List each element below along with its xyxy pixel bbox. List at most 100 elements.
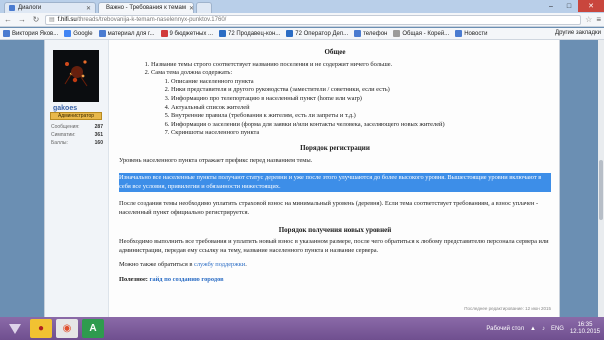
- rank-badge: Администратор: [50, 112, 102, 120]
- stat-row: Симпатии: 361: [51, 132, 103, 140]
- url-input[interactable]: ▤ f.hifi.su/threads/trebovanija-k-temam-…: [45, 14, 582, 25]
- tab-label: Важно - Требования к темам: [106, 5, 186, 11]
- bookmark-favicon-icon: [455, 30, 463, 37]
- tab-label: Диалоги: [18, 5, 42, 11]
- url-host: f.hifi.su: [57, 16, 77, 23]
- close-icon[interactable]: ✕: [86, 5, 91, 12]
- list-item-label: Сама тема должна содержать:: [151, 69, 233, 77]
- list-item: Ники представителя и другого руководства…: [171, 86, 551, 95]
- back-arrow-icon[interactable]: ←: [3, 15, 13, 25]
- bookmark-favicon-icon: [160, 30, 168, 37]
- last-edited: Последнее редактирование: 12 июн 2015: [464, 306, 551, 312]
- scrollbar[interactable]: [598, 40, 604, 317]
- clock[interactable]: 16:35 12.10.2015: [570, 322, 600, 336]
- support-suffix: .: [245, 261, 247, 269]
- windows-logo-icon: [9, 323, 21, 334]
- section-title-levels: Порядок получения новых уровней: [278, 225, 392, 234]
- list-item: Информацию про телепортацию в населенный…: [171, 95, 551, 104]
- username[interactable]: gakoes: [53, 105, 77, 112]
- start-button[interactable]: [4, 319, 26, 338]
- list-item: Актуальный список жителей: [171, 104, 551, 113]
- bookmark-label: телефон: [363, 30, 388, 37]
- yandex-icon[interactable]: ◉: [56, 319, 78, 338]
- window-controls: – □ ✕: [542, 0, 604, 12]
- bookmark-label: 9 бюджетных ...: [169, 30, 214, 37]
- menu-icon[interactable]: ≡: [596, 15, 601, 24]
- tab-new[interactable]: [196, 2, 212, 13]
- general-list: Название темы строго соответствует назва…: [147, 61, 551, 138]
- bookmark-favicon-icon: [64, 30, 72, 37]
- page-viewport: gakoes Администратор Сообщения: 287 Симпат…: [0, 40, 604, 317]
- address-bar: ← → ↻ ▤ f.hifi.su/threads/trebovanija-k-…: [0, 13, 604, 27]
- bookmark-star-icon[interactable]: ☆: [585, 15, 592, 24]
- desktop-label[interactable]: Рабочий стол: [486, 326, 524, 332]
- tab-requirements[interactable]: Важно - Требования к темам ✕: [98, 2, 194, 13]
- close-icon[interactable]: ✕: [189, 5, 193, 12]
- support-link[interactable]: службу поддержки: [194, 261, 245, 268]
- scrollbar-thumb[interactable]: [599, 160, 603, 220]
- volume-icon[interactable]: ♪: [542, 326, 545, 332]
- paragraph: После создания темы необходимо уплатить …: [119, 200, 539, 216]
- bookmark-item[interactable]: Общая - Корей...: [393, 30, 449, 37]
- bookmark-favicon-icon: [98, 30, 106, 37]
- bookmark-item[interactable]: 9 бюджетных ...: [160, 30, 214, 37]
- page-icon: ▤: [49, 17, 55, 23]
- network-icon[interactable]: ▲: [530, 326, 536, 332]
- user-info-panel: gakoes Администратор Сообщения: 287 Симпат…: [45, 40, 109, 317]
- stat-label: Сообщения:: [51, 124, 80, 130]
- bookmark-item[interactable]: 72 Продавец-кон...: [219, 30, 280, 37]
- useful-line: Полезное: гайд по созданию городов: [119, 276, 551, 285]
- reload-icon[interactable]: ↻: [31, 15, 41, 25]
- clock-date: 12.10.2015: [569, 328, 600, 335]
- system-tray: Рабочий стол ▲ ♪ ENG 16:35 12.10.2015: [486, 317, 600, 340]
- bookmark-item[interactable]: материал для г...: [98, 30, 155, 37]
- stat-value: 160: [94, 140, 103, 146]
- bookmark-label: Google: [73, 30, 93, 37]
- avatar-image: [53, 50, 99, 102]
- selected-paragraph: Изначально все населенные пункты получаю…: [119, 173, 551, 193]
- bookmark-label: 72 Продавец-кон...: [228, 30, 281, 37]
- paragraph: Можно также обратиться в службу поддержк…: [119, 261, 551, 270]
- maximize-button[interactable]: □: [560, 0, 578, 12]
- bookmark-favicon-icon: [354, 30, 362, 37]
- bookmark-label: материал для г...: [107, 30, 155, 37]
- bookmarks-bar: Виктория Яков... Google материал для г... 9…: [0, 28, 604, 40]
- stat-label: Симпатии:: [51, 132, 76, 138]
- minimize-button[interactable]: –: [542, 0, 560, 12]
- list-item: Скриншоты населенного пункта: [171, 129, 551, 138]
- bookmark-label: Виктория Яков...: [12, 30, 59, 37]
- url-path: /threads/trebovanija-k-temam-naselennyx-…: [76, 16, 227, 23]
- app-a-icon[interactable]: A: [82, 319, 104, 338]
- user-stats: Сообщения: 287 Симпатии: 361 Баллы: 160: [51, 124, 103, 148]
- forward-arrow-icon[interactable]: →: [17, 15, 27, 25]
- clock-time: 16:35: [577, 321, 593, 328]
- city-guide-link[interactable]: гайд по созданию городов: [150, 276, 224, 283]
- bookmark-item[interactable]: Новости: [455, 30, 487, 37]
- other-bookmarks[interactable]: Другие закладки: [551, 30, 601, 36]
- bookmark-favicon-icon: [393, 30, 401, 37]
- stat-label: Баллы:: [51, 140, 68, 146]
- tab-favicon: [9, 5, 15, 11]
- paragraph: Уровень населенного пункта отражает преф…: [119, 156, 313, 164]
- bookmark-item[interactable]: Виктория Яков...: [3, 30, 58, 37]
- stat-value: 287: [94, 124, 103, 130]
- useful-label: Полезное:: [119, 275, 148, 283]
- bookmark-item[interactable]: телефон: [354, 30, 387, 37]
- bookmark-label: 72 Оператор Деп...: [295, 30, 349, 37]
- bookmark-item[interactable]: Google: [64, 30, 93, 37]
- bookmark-favicon-icon: [286, 30, 294, 37]
- tab-dialogs[interactable]: Диалоги ✕: [4, 2, 96, 13]
- close-window-button[interactable]: ✕: [578, 0, 604, 12]
- section-title-registration: Порядок регистрации: [300, 143, 370, 152]
- stat-row: Сообщения: 287: [51, 124, 103, 132]
- stat-value: 361: [94, 132, 103, 138]
- chrome-icon[interactable]: ●: [30, 319, 52, 338]
- list-item: Информация о заселении (форма для заявки…: [171, 121, 551, 130]
- post-body: Общее Название темы строго соответствует…: [109, 40, 561, 317]
- paragraph: Необходимо выполнить все требования и уп…: [119, 238, 549, 254]
- bookmark-item[interactable]: 72 Оператор Деп...: [286, 30, 348, 37]
- language-indicator[interactable]: ENG: [551, 326, 564, 332]
- bookmark-label: Общая - Корей...: [402, 30, 450, 37]
- bookmark-label: Новости: [464, 30, 488, 37]
- avatar[interactable]: [53, 50, 99, 102]
